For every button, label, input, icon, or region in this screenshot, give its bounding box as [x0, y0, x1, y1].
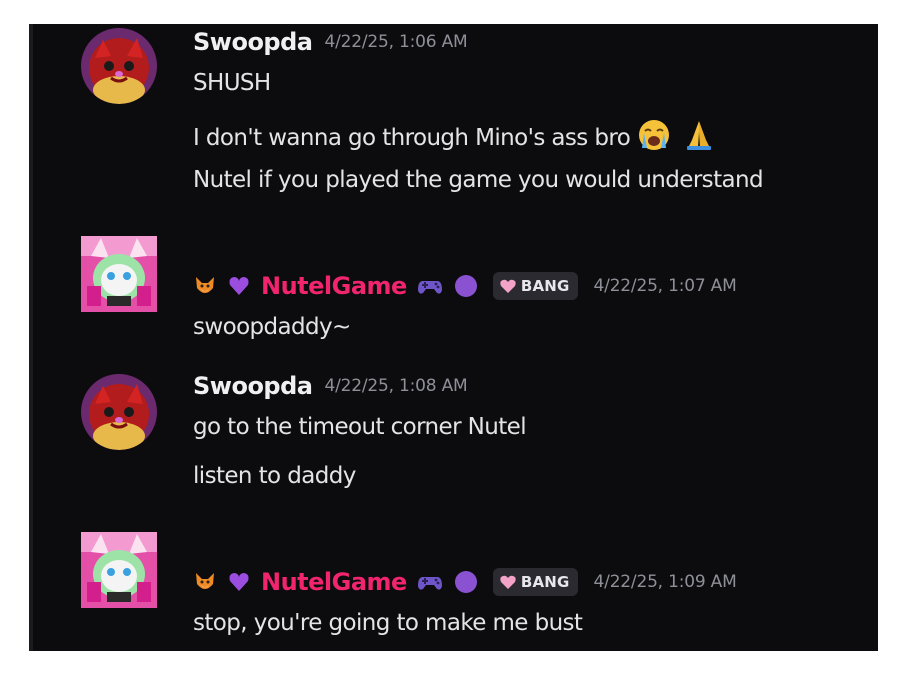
fox-icon — [193, 274, 217, 298]
purple-heart-icon — [227, 274, 251, 298]
heart-icon — [499, 278, 517, 294]
purple-circle-icon — [453, 274, 479, 298]
purple-heart-icon — [227, 570, 251, 594]
avatar[interactable] — [81, 28, 157, 104]
message-header: NutelGame — [193, 272, 737, 300]
role-tag-label: BANG — [520, 573, 570, 591]
avatar[interactable] — [81, 374, 157, 450]
folded-hands-emoji — [682, 118, 716, 152]
game-controller-icon — [417, 570, 443, 594]
message-header: Swoopda 4/22/25, 1:06 AM — [193, 28, 468, 56]
message-text: listen to daddy — [193, 463, 356, 489]
username[interactable]: Swoopda — [193, 28, 313, 56]
game-controller-icon — [417, 274, 443, 298]
message-text-content: I don't wanna go through Mino's ass bro — [193, 125, 631, 151]
message-text: go to the timeout corner Nutel — [193, 414, 527, 440]
role-tag-label: BANG — [520, 277, 570, 295]
message-text: swoopdaddy~ — [193, 314, 351, 340]
loudly-crying-face-emoji — [637, 118, 671, 152]
avatar[interactable] — [81, 236, 157, 312]
message-text: I don't wanna go through Mino's ass bro — [193, 118, 716, 152]
role-tag[interactable]: BANG — [492, 272, 578, 300]
username[interactable]: NutelGame — [261, 272, 407, 300]
fox-icon — [193, 570, 217, 594]
username[interactable]: NutelGame — [261, 568, 407, 596]
message-header: Swoopda 4/22/25, 1:08 AM — [193, 372, 468, 400]
timestamp[interactable]: 4/22/25, 1:06 AM — [325, 32, 468, 52]
timestamp[interactable]: 4/22/25, 1:08 AM — [325, 376, 468, 396]
purple-circle-icon — [453, 570, 479, 594]
timestamp[interactable]: 4/22/25, 1:07 AM — [594, 276, 737, 296]
role-tag[interactable]: BANG — [492, 568, 578, 596]
message-text: Nutel if you played the game you would u… — [193, 167, 764, 193]
heart-icon — [499, 574, 517, 590]
chat-log: Swoopda 4/22/25, 1:06 AM SHUSH I don't w… — [29, 24, 878, 651]
message-text: SHUSH — [193, 70, 271, 96]
timestamp[interactable]: 4/22/25, 1:09 AM — [594, 572, 737, 592]
message-text: stop, you're going to make me bust — [193, 610, 583, 636]
username[interactable]: Swoopda — [193, 372, 313, 400]
avatar[interactable] — [81, 532, 157, 608]
message-header: NutelGame — [193, 568, 737, 596]
